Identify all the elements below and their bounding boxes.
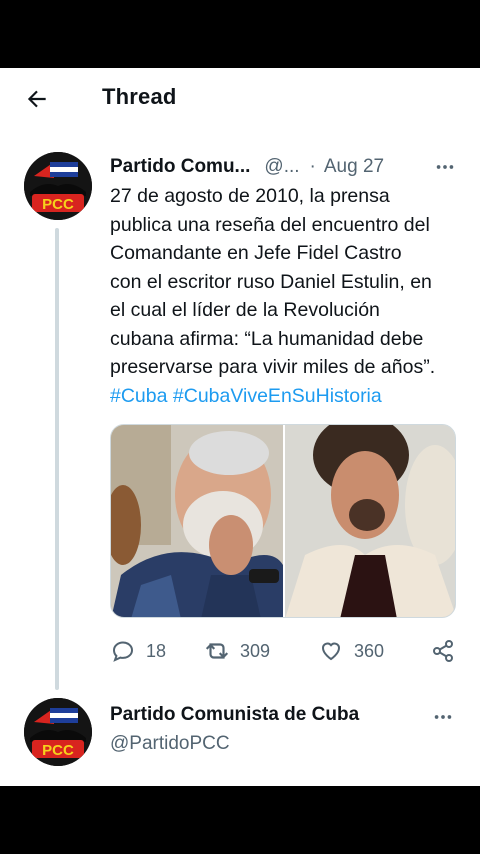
hashtag-link[interactable]: #Cuba — [110, 385, 167, 407]
pcc-logo-icon: PCC — [24, 698, 92, 766]
hashtag-link[interactable]: #CubaViveEnSuHistoria — [173, 385, 382, 407]
tweet-text-line: publica una reseña del encuentro del — [110, 213, 430, 236]
media-photo-left[interactable] — [111, 425, 283, 617]
like-button[interactable]: 360 — [318, 636, 384, 666]
hashtag-line: #Cuba #CubaViveEnSuHistoria — [110, 382, 462, 411]
page-title: Thread — [102, 84, 177, 109]
reply-more-options-button[interactable] — [428, 704, 458, 730]
author-name[interactable]: Partido Comu... — [110, 156, 250, 178]
reply-author-handle[interactable]: @PartidoPCC — [110, 733, 230, 755]
retweet-button[interactable]: 309 — [204, 636, 270, 666]
reply-button[interactable]: 18 — [110, 636, 166, 666]
reply-count: 18 — [146, 640, 167, 661]
more-dots-icon — [436, 165, 454, 169]
back-button[interactable] — [22, 84, 52, 114]
more-options-button[interactable] — [430, 154, 460, 180]
more-dots-icon — [434, 715, 452, 719]
retweet-count: 309 — [240, 640, 271, 661]
tweet-text-line: el cual el líder de la Revolución — [110, 299, 380, 321]
tweet-text-line: cubana afirma: “La humanidad debe — [110, 327, 424, 350]
author-handle[interactable]: @... — [264, 156, 299, 178]
arrow-left-icon — [27, 90, 46, 108]
tweet-date[interactable]: Aug 27 — [324, 156, 384, 178]
reply-icon — [110, 638, 136, 664]
retweet-icon — [204, 638, 230, 664]
tweet-text: 27 de agosto de 2010, la prensa publica … — [110, 182, 462, 410]
tweet-media[interactable] — [110, 424, 456, 618]
svg-text:PCC: PCC — [42, 196, 74, 213]
tweet-actions: 18 309 360 — [110, 636, 460, 666]
reply-author-name[interactable]: Partido Comunista de Cuba — [110, 704, 359, 726]
tweet-text-line: 27 de agosto de 2010, la prensa — [110, 185, 390, 207]
avatar[interactable]: PCC — [24, 152, 92, 220]
photo-fidel-castro — [111, 425, 283, 617]
media-photo-right[interactable] — [285, 425, 455, 617]
thread-header: Thread — [0, 68, 480, 128]
tweet-header: Partido Comu... @... · Aug 27 — [110, 154, 460, 180]
tweet-text-line: Comandante en Jefe Fidel Castro — [110, 242, 402, 264]
share-icon — [430, 638, 456, 664]
status-bar-top — [0, 0, 480, 68]
like-count: 360 — [354, 640, 385, 661]
tweet-text-line: con el escritor ruso Daniel Estulin, en — [110, 270, 432, 293]
heart-icon — [318, 638, 344, 664]
navigation-bar-bottom — [0, 786, 480, 854]
photo-daniel-estulin — [285, 425, 455, 617]
tweet-text-line: preservarse para vivir miles de años”. — [110, 356, 436, 378]
share-button[interactable] — [430, 636, 456, 666]
svg-text:PCC: PCC — [42, 742, 74, 759]
pcc-logo-icon: PCC — [24, 152, 92, 220]
avatar[interactable]: PCC — [24, 698, 92, 766]
thread-connector-line — [55, 228, 59, 690]
separator-dot: · — [309, 156, 316, 177]
